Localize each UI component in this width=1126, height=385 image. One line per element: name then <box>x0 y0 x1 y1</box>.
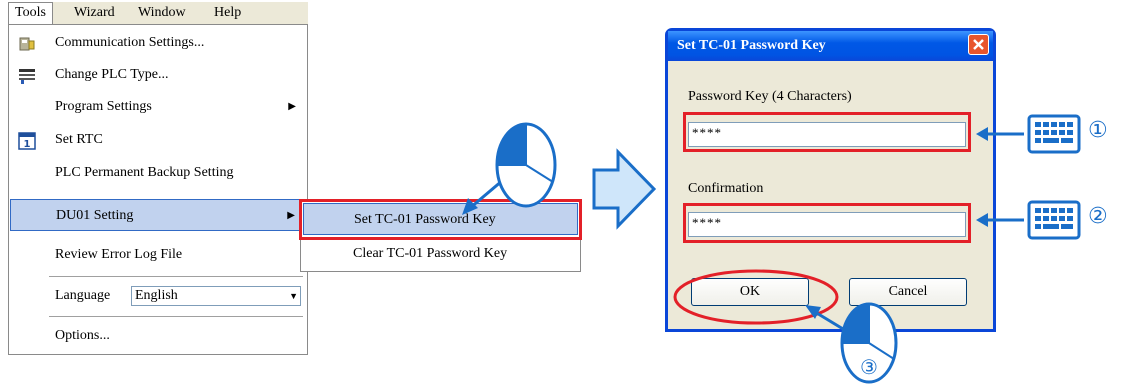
svg-text:1: 1 <box>24 139 31 150</box>
menu-item-plc-permanent-backup[interactable]: PLC Permanent Backup Setting <box>10 157 306 189</box>
menu-item-language: Language English ▼ <box>10 280 306 312</box>
language-select[interactable]: English ▼ <box>131 286 301 306</box>
tools-menu: Communication Settings... Change PLC Typ… <box>8 24 308 355</box>
close-icon <box>973 39 984 50</box>
menu-item-change-plc-type[interactable]: Change PLC Type... <box>10 59 306 91</box>
highlight-box-password <box>683 112 971 152</box>
close-button[interactable] <box>968 34 989 55</box>
keyboard-annotation-2 <box>976 200 1081 240</box>
highlight-box-confirmation <box>683 203 971 243</box>
menu-help[interactable]: Help <box>208 2 247 24</box>
mouse-icon <box>495 122 557 208</box>
dialog-title: Set TC-01 Password Key <box>677 38 826 53</box>
menu-tools[interactable]: Tools <box>8 2 53 25</box>
password-key-label: Password Key (4 Characters) <box>688 89 852 104</box>
menu-item-set-rtc[interactable]: 1 Set RTC <box>10 124 306 156</box>
menu-wizard[interactable]: Wizard <box>68 2 121 24</box>
keyboard-icon <box>1027 200 1081 240</box>
menu-item-program-settings[interactable]: Program Settings ▶ <box>10 91 306 123</box>
submenu-arrow-icon: ▶ <box>287 210 295 221</box>
plc-type-icon <box>18 66 36 84</box>
communication-icon <box>18 34 36 52</box>
menu-item-options[interactable]: Options... <box>10 320 306 352</box>
submenu-arrow-icon: ▶ <box>288 101 296 112</box>
menu-item-communication-settings[interactable]: Communication Settings... <box>10 27 306 59</box>
menu-separator <box>49 276 303 277</box>
menu-separator <box>49 316 303 317</box>
step-number-2: ② <box>1088 204 1108 229</box>
confirmation-label: Confirmation <box>688 181 764 196</box>
next-step-arrow-icon <box>592 148 657 230</box>
menu-item-du01-setting[interactable]: DU01 Setting ▶ <box>10 199 306 231</box>
step-number-3: ③ <box>860 355 878 379</box>
submenu-item-clear-password[interactable]: Clear TC-01 Password Key <box>303 238 578 270</box>
chevron-down-icon: ▼ <box>289 291 298 301</box>
mouse-click-annotation-3 <box>805 302 898 384</box>
keyboard-annotation-1 <box>976 114 1081 154</box>
keyboard-icon <box>1027 114 1081 154</box>
menu-window[interactable]: Window <box>132 2 192 24</box>
menu-bar: Tools Wizard Window Help <box>8 2 308 25</box>
step-number-1: ① <box>1088 118 1108 143</box>
dialog-titlebar: Set TC-01 Password Key <box>668 31 993 61</box>
menu-item-review-error-log[interactable]: Review Error Log File <box>10 239 306 271</box>
mouse-click-annotation <box>462 122 557 215</box>
calendar-icon: 1 <box>18 131 36 150</box>
